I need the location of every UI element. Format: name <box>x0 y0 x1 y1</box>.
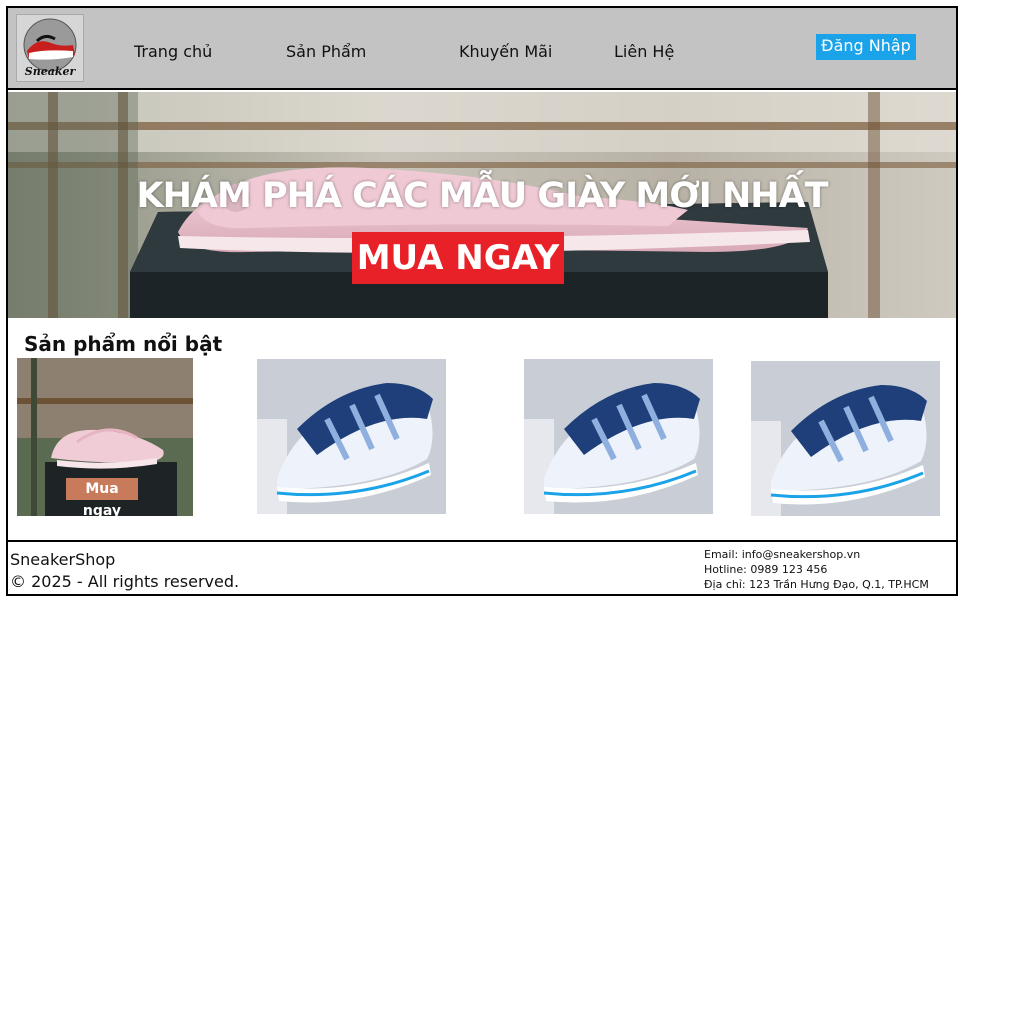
product-card[interactable] <box>751 361 940 516</box>
login-button[interactable]: Đăng Nhập <box>816 34 916 60</box>
nav-home[interactable]: Trang chủ <box>134 42 212 61</box>
site-header: Sneaker Trang chủ Sản Phẩm Khuyến Mãi Li… <box>8 8 956 90</box>
nav-products[interactable]: Sản Phẩm <box>286 42 366 61</box>
footer-hotline: Hotline: 0989 123 456 <box>704 563 828 576</box>
hero-buy-now-button[interactable]: MUA NGAY <box>352 232 564 284</box>
product-card[interactable] <box>524 359 713 514</box>
sneaker-logo-icon[interactable]: Sneaker <box>16 14 84 82</box>
hero-title: KHÁM PHÁ CÁC MẪU GIÀY MỚI NHẤT <box>136 176 828 216</box>
nav-contact[interactable]: Liên Hệ <box>614 42 674 61</box>
svg-text:Sneaker: Sneaker <box>25 65 77 78</box>
product-buy-now-button[interactable]: Mua ngay <box>66 478 138 516</box>
product-card[interactable]: Mua ngay <box>17 358 193 516</box>
blue-white-sneaker-image <box>524 359 713 514</box>
page-frame: Sneaker Trang chủ Sản Phẩm Khuyến Mãi Li… <box>6 6 958 596</box>
site-footer: SneakerShop © 2025 - All rights reserved… <box>8 540 956 596</box>
hero-banner: KHÁM PHÁ CÁC MẪU GIÀY MỚI NHẤT MUA NGAY <box>8 92 956 318</box>
nav-promotions[interactable]: Khuyến Mãi <box>459 42 552 61</box>
blue-white-sneaker-image <box>751 361 940 516</box>
footer-brand: SneakerShop <box>10 550 116 569</box>
footer-copyright: © 2025 - All rights reserved. <box>10 572 240 591</box>
blue-white-sneaker-image <box>257 359 446 514</box>
footer-address: Địa chỉ: 123 Trần Hưng Đạo, Q.1, TP.HCM <box>704 578 929 591</box>
product-card[interactable] <box>257 359 446 514</box>
footer-email: Email: info@sneakershop.vn <box>704 548 861 561</box>
featured-section-title: Sản phẩm nổi bật <box>24 332 223 356</box>
